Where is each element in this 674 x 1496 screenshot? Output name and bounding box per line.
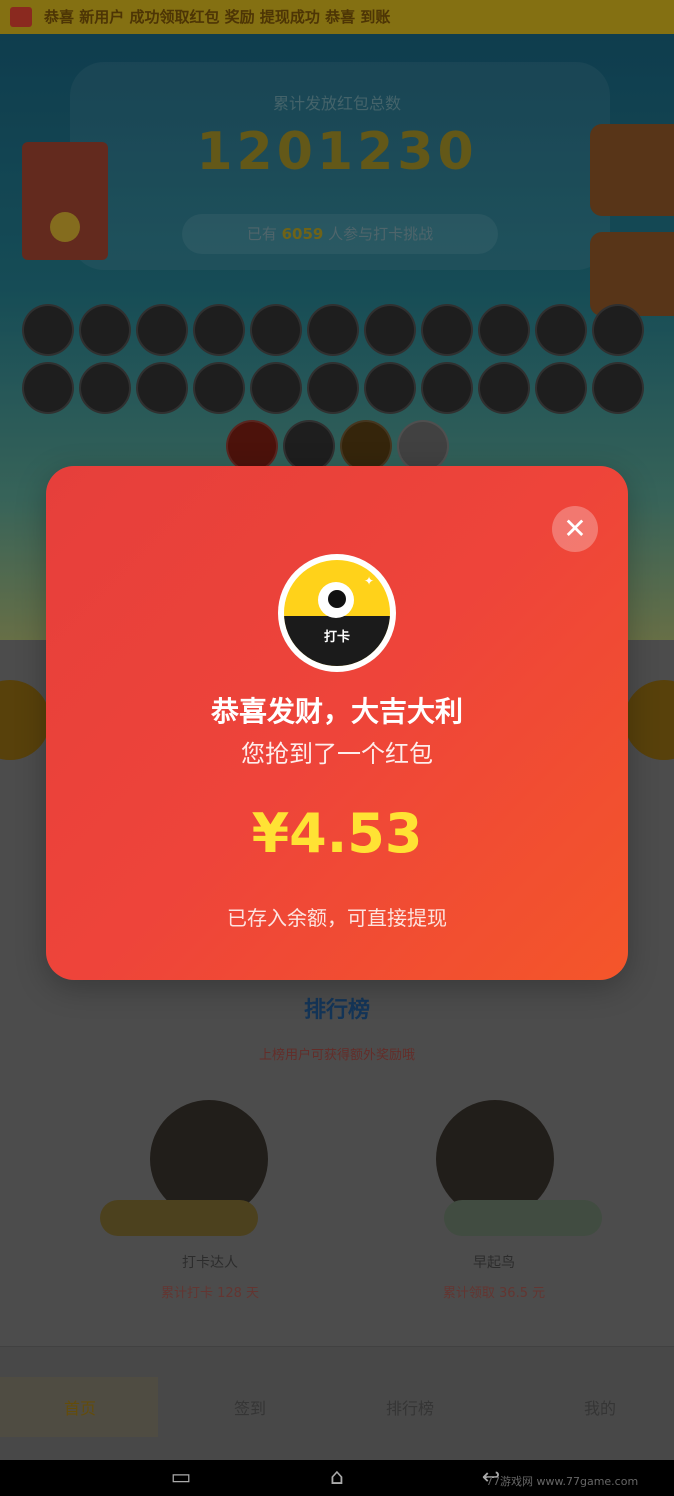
watermark: 77游戏网 www.77game.com — [486, 1475, 639, 1488]
deposit-note: 已存入余额，可直接提现 — [227, 906, 447, 930]
modal-subtitle: 您抢到了一个红包 — [241, 740, 433, 768]
close-button[interactable]: ✕ — [552, 506, 598, 552]
home-icon[interactable]: ⌂ — [322, 1466, 352, 1490]
close-icon: ✕ — [563, 512, 587, 545]
modal-title: 恭喜发财，大吉大利 — [210, 695, 463, 728]
eye-icon — [318, 582, 354, 618]
reward-amount: ¥4.53 — [251, 802, 423, 865]
logo-badge: ✦ 打卡 — [284, 560, 390, 666]
app-logo: ✦ 打卡 — [278, 554, 396, 672]
sparkle-icon: ✦ — [364, 574, 375, 588]
logo-text: 打卡 — [323, 630, 350, 645]
recent-apps-icon[interactable]: ▭ — [166, 1466, 196, 1490]
red-packet-modal: ✕ ✦ 打卡 恭喜发财，大吉大利 您抢到了一个红包 ¥4.53 已存入余额，可直… — [46, 466, 628, 980]
pupil-icon — [328, 590, 346, 608]
